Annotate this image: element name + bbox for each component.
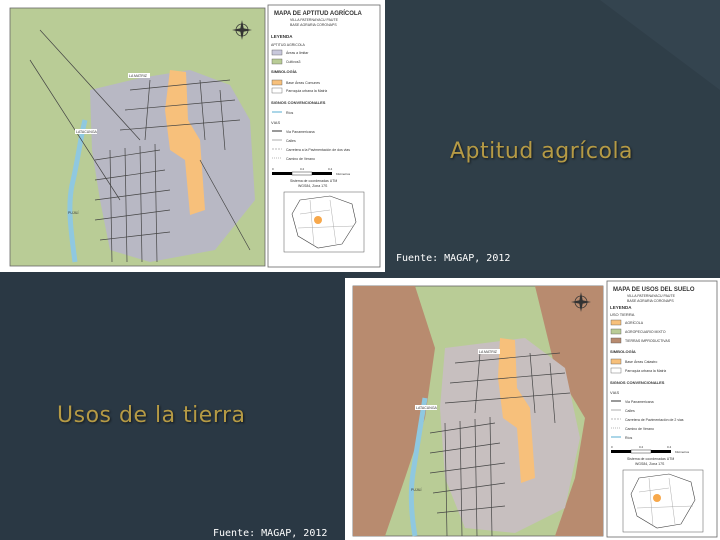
- source-caption-bottom: Fuente: MAGAP, 2012: [213, 528, 328, 539]
- legend-swatch-white: [610, 367, 622, 374]
- legend-swatch-white: [271, 87, 283, 94]
- svg-text:0.2: 0.2: [639, 445, 644, 449]
- slide-title-aptitud: Aptitud agrícola: [450, 139, 634, 164]
- legend-item: Cultivos3: [286, 60, 300, 64]
- legend-item: Carretera a la Pavimentación de dos vias: [286, 148, 350, 152]
- simbologia-heading: SIMBOLOGÍA: [271, 69, 297, 74]
- signos-heading: SIGNOS CONVENCIONALES: [271, 100, 326, 105]
- legend-item: Áreas a limitar: [286, 51, 309, 55]
- legend-item: Carretera de Pavimentación de 2 vias: [625, 418, 684, 422]
- vias-heading: VIAS: [610, 390, 619, 395]
- place-label-latacunga: LATACUNGA: [416, 406, 438, 410]
- aptitud-heading: APTITUD AGRICOLA: [271, 43, 306, 47]
- legend-swatch-orange: [610, 319, 622, 326]
- legend-swatch-gray: [271, 49, 283, 56]
- svg-text:0.2: 0.2: [300, 167, 305, 171]
- map-subtitle-1: VILLA PATERNAYACU PAUTE: [290, 18, 339, 22]
- svg-text:0.4: 0.4: [328, 167, 333, 171]
- place-label-pujili: PUJILÍ: [411, 488, 422, 492]
- signos-heading: SIGNOS CONVENCIONALES: [610, 380, 665, 385]
- place-label-la-matriz: LA MATRIZ: [129, 74, 148, 78]
- legend-item: Parroquia urbana la Matriz: [286, 89, 327, 93]
- map-title: MAPA DE USOS DEL SUELO: [613, 287, 695, 293]
- map-title: MAPA DE APTITUD AGRÍCOLA: [274, 9, 363, 17]
- legend-heading: LEYENDA: [271, 34, 293, 39]
- legend-item: Ríos: [286, 111, 293, 115]
- legend-item: AGRÍCOLA: [625, 321, 644, 325]
- legend-swatch-brown: [610, 337, 622, 344]
- legend-item: AGROPECUARIO MIXTO: [625, 330, 666, 334]
- projection-text: Sistema de coordenadas UTM: [290, 179, 337, 183]
- legend-item: Base Áreas Catastro: [625, 360, 657, 364]
- svg-text:0.4: 0.4: [667, 445, 672, 449]
- legend-item: Camino de Verano: [286, 157, 315, 161]
- usos-suelo-map: LA MATRIZ LATACUNGA PUJILÍ MAPA DE USOS …: [345, 278, 720, 540]
- source-caption-top: Fuente: MAGAP, 2012: [396, 253, 511, 264]
- legend-item: Via Panamericana: [625, 400, 654, 404]
- legend-item: Ríos: [625, 436, 632, 440]
- legend-item: Camino de Verano: [625, 427, 654, 431]
- projection-text: WGS84, Zona 17S: [635, 462, 665, 466]
- place-label-pujili: PUJILÍ: [68, 211, 79, 215]
- legend-swatch-orange: [610, 358, 622, 365]
- legend-heading: LEYENDA: [610, 305, 632, 310]
- legend-item: Base Áreas Comunes: [286, 81, 320, 85]
- projection-text: WGS84, Zona 17S: [298, 184, 328, 188]
- place-label-la-matriz: LA MATRIZ: [479, 350, 498, 354]
- vias-heading: VIAS: [271, 120, 280, 125]
- legend-item: Parroquia urbana la Matriz: [625, 369, 666, 373]
- aptitud-agricola-map: LA MATRIZ LATACUNGA PUJILÍ MAPA DE APTIT…: [0, 0, 385, 272]
- svg-text:Kilómetros: Kilómetros: [675, 450, 690, 454]
- map-subtitle-2: BASE AGRARIA CORONAPS: [290, 23, 337, 27]
- legend-item: TIERRAS IMPRODUCTIVAS: [625, 339, 671, 343]
- simbologia-heading: SIMBOLOGÍA: [610, 349, 636, 354]
- map-subtitle-2: BASE AGRARIA CORONAPS: [627, 299, 674, 303]
- legend-swatch-green: [271, 58, 283, 65]
- usos-heading: USO TIERRA: [610, 312, 635, 317]
- legend-item: Calles: [286, 139, 296, 143]
- projection-text: Sistema de coordenadas UTM: [627, 457, 674, 461]
- legend-swatch-green: [610, 328, 622, 335]
- map-subtitle-1: VILLA PATERNAYACU PAUTE: [627, 294, 676, 298]
- legend-swatch-orange: [271, 79, 283, 86]
- legend-item: Calles: [625, 409, 635, 413]
- place-label-latacunga: LATACUNGA: [76, 130, 98, 134]
- slide-title-usos: Usos de la tierra: [57, 403, 246, 428]
- legend-item: Via Panamericana: [286, 130, 315, 134]
- svg-text:Kilómetros: Kilómetros: [336, 172, 351, 176]
